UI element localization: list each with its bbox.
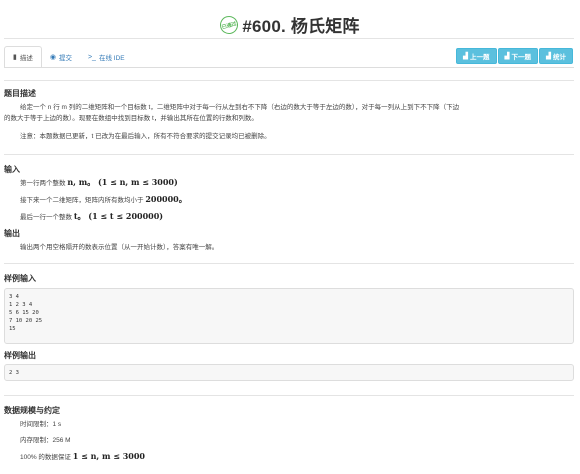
description-line-2: 的数大于等于上边的数）。现要在数组中找到目标数 t，并输出其所在位置的行数和列数… [4, 115, 258, 122]
accepted-badge-icon: 已通过 [218, 13, 241, 36]
limits-heading: 数据规模与约定 [4, 406, 60, 415]
prev-problem-button[interactable]: ▟ 上一题 [456, 48, 497, 64]
button-label: 上一题 [470, 54, 490, 61]
sample-input-code: 3 4 1 2 3 4 5 6 15 20 7 10 20 25 15 [4, 288, 574, 344]
stats-button[interactable]: ▟ 统计 [539, 48, 573, 64]
tab-description[interactable]: ▮ 描述 [4, 46, 42, 68]
input-heading: 输入 [4, 165, 20, 174]
tab-underline [4, 67, 574, 68]
data-guarantee: 100% 的数据保证 1 ≤ n, m ≤ 3000 [20, 451, 145, 463]
description-note: 注意：本题数据已更新，t 已改为在最后输入，所有不符合要求的提交记录均已被删除。 [20, 133, 271, 140]
bar-chart-icon: ▟ [463, 53, 468, 60]
input-line-2: 接下来一个二维矩阵，矩阵内所有数均小于 200000。 [20, 194, 187, 206]
problem-header: 已通过 #600. 杨氏矩阵 [0, 12, 580, 36]
input-line-1-text: 第一行两个整数 [20, 180, 66, 187]
input-line-2-text: 接下来一个二维矩阵，矩阵内所有数均小于 [20, 197, 144, 204]
data-guarantee-text: 100% 的数据保证 [20, 454, 71, 461]
input-line-1-math: n, m。 (1 ≤ n, m ≤ 3000) [67, 177, 178, 187]
input-line-3-text: 最后一行一个整数 [20, 214, 72, 221]
circle-dot-icon: ◉ [49, 54, 56, 61]
tab-label: 在线 IDE [98, 55, 125, 62]
tab-label: 提交 [58, 55, 72, 62]
button-label: 统计 [553, 54, 566, 61]
description-heading: 题目描述 [4, 89, 36, 98]
tab-label: 描述 [19, 55, 33, 62]
section-divider [4, 263, 574, 264]
section-divider [4, 80, 574, 81]
input-line-3: 最后一行一个整数 t。 (1 ≤ t ≤ 200000) [20, 211, 163, 223]
description-line-1: 给定一个 n 行 m 列的二维矩阵和一个目标数 t，二维矩阵中对于每一行从左到右… [20, 104, 460, 111]
sample-input-heading: 样例输入 [4, 274, 36, 283]
button-label: 下一题 [511, 54, 532, 61]
tab-bar: ▮ 描述 ◉ 提交 >_ 在线 IDE [4, 46, 133, 68]
data-guarantee-math: 1 ≤ n, m ≤ 3000 [72, 451, 145, 461]
bar-chart-icon: ▟ [546, 53, 551, 60]
next-problem-button[interactable]: ▟ 下一题 [497, 48, 538, 64]
output-heading: 输出 [4, 229, 20, 238]
section-divider [4, 395, 574, 396]
bar-chart-icon: ▟ [504, 53, 510, 60]
input-line-2-math: 200000。 [145, 194, 187, 204]
input-line-1: 第一行两个整数 n, m。 (1 ≤ n, m ≤ 3000) [20, 177, 178, 189]
sample-output-code: 2 3 [4, 364, 574, 381]
terminal-icon: >_ [87, 53, 96, 61]
page-title: #600. 杨氏矩阵 [242, 17, 360, 36]
tab-submit[interactable]: ◉ 提交 [42, 46, 80, 68]
book-icon: ▮ [13, 54, 17, 61]
input-line-3-math: t。 (1 ≤ t ≤ 200000) [73, 211, 164, 221]
sample-output-heading: 样例输出 [4, 351, 36, 360]
section-divider [4, 154, 574, 155]
tab-online-ide[interactable]: >_ 在线 IDE [80, 46, 133, 68]
title-divider [4, 38, 574, 39]
problem-nav-buttons: ▟ 上一题 ▟ 下一题 ▟ 统计 [456, 48, 573, 64]
memory-limit: 内存限制：256 M [20, 437, 71, 444]
time-limit: 时间限制：1 s [20, 421, 62, 428]
output-line-1: 输出两个用空格隔开的数表示位置（从一开始计数），答案有唯一解。 [20, 244, 219, 251]
